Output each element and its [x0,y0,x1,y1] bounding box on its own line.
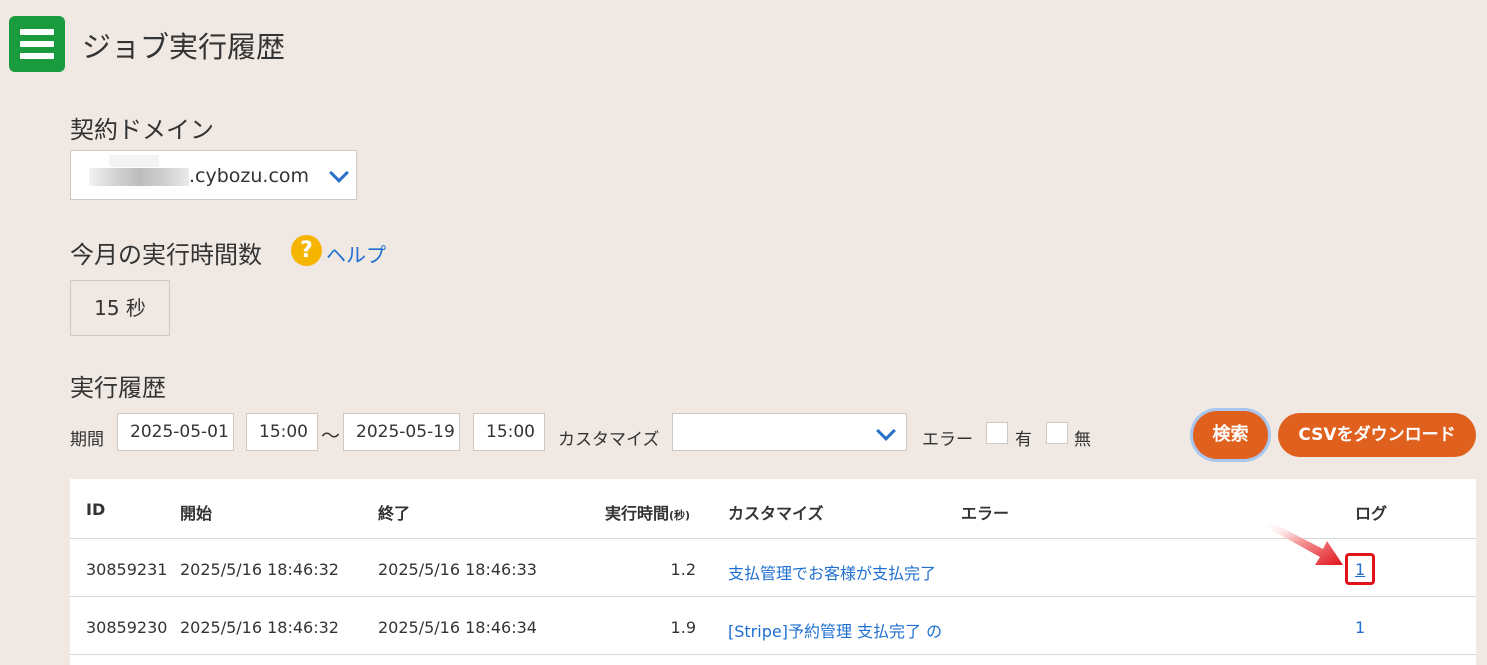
column-header-log: ログ [1355,504,1388,523]
page-title: ジョブ実行履歴 [82,30,286,64]
row-customize-link[interactable]: 支払管理でお客様が支払完了 [728,560,936,584]
column-header-error: エラー [961,504,1010,523]
chevron-down-icon [329,163,349,183]
period-label: 期間 [70,430,104,450]
error-no-checkbox[interactable] [1046,422,1068,444]
domain-select[interactable]: .cybozu.com [70,150,357,200]
end-time-input[interactable]: 15:00 [473,413,545,451]
help-icon[interactable]: ? [291,235,322,266]
duration-header-text: 実行時間 [605,504,670,523]
menu-icon-bar [20,53,54,59]
error-no-label: 無 [1074,430,1091,450]
row-id: 30859230 [86,618,168,637]
highlight-box [1345,553,1375,585]
range-separator: ～ [321,425,341,447]
start-date-input[interactable]: 2025-05-01 [117,413,234,451]
history-label: 実行履歴 [70,374,166,402]
row-start: 2025/5/16 18:46:32 [180,618,339,637]
row-end: 2025/5/16 18:46:34 [378,618,537,637]
row-duration: 1.2 [670,560,696,579]
row-duration: 1.9 [670,618,696,637]
row-divider [70,596,1476,597]
menu-icon-bar [20,41,54,47]
column-header-customize: カスタマイズ [728,504,824,523]
customize-select[interactable] [672,413,907,451]
row-log-link[interactable]: 1 [1355,618,1365,637]
error-filter-label: エラー [922,430,973,450]
help-link[interactable]: ヘルプ [326,239,386,268]
row-customize-link[interactable]: [Stripe]予約管理 支払完了 の [728,618,942,642]
search-button[interactable]: 検索 [1193,411,1268,459]
row-id: 30859231 [86,560,168,579]
blurred-domain-prefix-top [109,155,159,167]
column-header-id: ID [86,500,106,519]
end-date-input[interactable]: 2025-05-19 [343,413,460,451]
start-time-input[interactable]: 15:00 [246,413,318,451]
row-end: 2025/5/16 18:46:33 [378,560,537,579]
usage-value: 15 秒 [70,280,170,336]
duration-header-unit: (秒) [669,509,691,522]
annotation-arrow-icon [1266,521,1343,565]
row-start: 2025/5/16 18:46:32 [180,560,339,579]
menu-icon [20,29,54,35]
column-header-duration: 実行時間(秒) [605,500,690,524]
error-yes-label: 有 [1015,430,1032,450]
error-yes-checkbox[interactable] [986,422,1008,444]
menu-button[interactable] [9,16,65,72]
csv-download-button[interactable]: CSVをダウンロード [1278,413,1476,457]
row-divider [70,654,1476,655]
customize-filter-label: カスタマイズ [558,430,660,450]
chevron-down-icon [876,421,896,441]
domain-label: 契約ドメイン [70,116,214,144]
column-header-end: 終了 [378,504,411,523]
domain-value: .cybozu.com [189,165,310,187]
column-header-start: 開始 [180,504,213,523]
usage-label: 今月の実行時間数 [70,241,262,269]
blurred-domain-prefix [89,168,189,186]
